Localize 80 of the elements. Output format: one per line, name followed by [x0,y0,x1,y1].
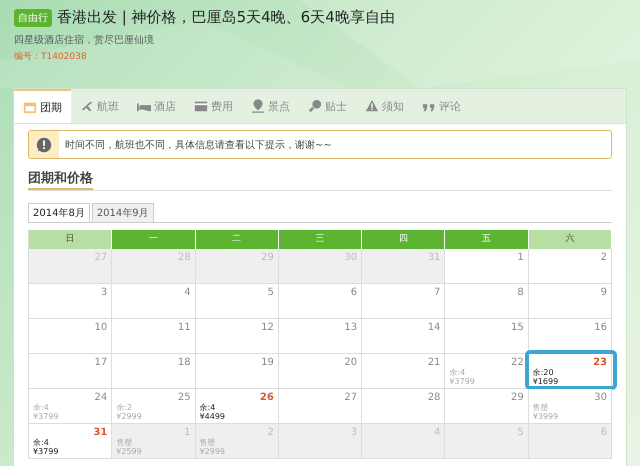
calendar-icon [23,100,37,114]
price: ¥2999 [200,447,226,456]
day-number: 14 [428,322,440,333]
calendar-day[interactable]: 26 余:4 ¥4499 [196,389,279,424]
day-number: 25 [178,392,191,403]
seats-left: 售罄 [116,438,132,447]
day-number: 23 [593,357,607,368]
tab[interactable]: 酒店 [128,89,185,123]
tab[interactable]: 贴士 [299,89,356,123]
day-number: 7 [434,287,440,298]
seats-left: 余:4 [33,438,49,447]
day-number: 9 [600,287,607,298]
day-number: 8 [517,287,524,298]
day-number: 21 [428,357,440,368]
price: ¥2599 [116,447,142,456]
price: ¥3999 [532,412,558,421]
price: ¥3799 [449,377,475,386]
month-tab[interactable]: 2014年8月 [28,203,90,222]
day-number: 10 [94,322,108,333]
day-number: 16 [594,322,607,333]
tag-badge: 自由行 [14,8,52,26]
day-number: 17 [94,357,108,368]
weekday-header: 二 [196,230,279,249]
day-number: 3 [100,287,108,298]
day-number: 29 [510,392,524,403]
tab[interactable]: 团期 [14,89,71,123]
seats-left: 余:20 [532,368,554,377]
day-number: 19 [261,357,274,368]
trip-code: 编号：T1402038 [14,50,88,63]
tab[interactable]: 景点 [242,89,299,123]
price: ¥3799 [33,412,58,421]
wallet-icon [194,99,208,113]
weekday-header: 日 [29,230,112,249]
day-number: 31 [93,427,108,438]
price: ¥3799 [33,447,58,456]
tab[interactable]: 费用 [185,89,242,123]
day-number: 12 [261,322,274,333]
seats-left: 余:4 [449,368,466,377]
tab[interactable]: 航班 [71,89,128,123]
weekday-header: 六 [528,230,612,249]
weekday-header: 四 [362,230,446,249]
trip-subtitle: 四星级酒店住宿，赏尽巴厘仙境 [14,34,155,47]
tab[interactable]: 评论 [413,89,470,123]
day-number: 15 [510,322,524,333]
seats-left: 余:2 [116,403,132,412]
seats-left: 售罄 [532,403,549,412]
day-number: 27 [344,392,358,403]
day-number: 4 [184,287,191,298]
weekday-header: 五 [445,230,529,249]
calendar-day[interactable]: 31 余:4 ¥3799 [29,424,112,459]
day-number: 28 [428,392,440,403]
day-number: 24 [94,392,108,403]
day-number: 30 [594,392,607,403]
price: ¥4499 [200,412,226,421]
trip-title: 香港出发 | 神价格，巴厘岛5天4晚、6天4晚享自由 [57,8,395,27]
seats-left: 余:4 [200,403,216,412]
seats-left: 余:4 [33,403,49,412]
day-number: 2 [600,252,607,263]
weekday-header: 一 [112,230,196,249]
day-number: 13 [344,322,358,333]
magnifier-icon [308,99,322,113]
day-number: 11 [178,322,191,333]
month-tab[interactable]: 2014年9月 [92,203,154,222]
day-number: 20 [344,357,358,368]
day-number: 5 [267,287,274,298]
day-number: 26 [260,392,274,403]
price: ¥1699 [532,377,558,386]
day-number: 22 [510,357,524,368]
location-pin-icon [251,99,265,113]
tab[interactable]: 须知 [356,89,413,123]
seats-left: 售罄 [200,438,216,447]
price: ¥2999 [116,412,142,421]
day-number: 18 [178,357,191,368]
alert-icon [35,136,53,154]
warning-icon [365,99,379,113]
weekday-header: 三 [278,230,362,249]
notice-text: 时间不同，航班也不同，具体信息请查看以下提示，谢谢~~ [65,138,332,152]
section-title: 团期和价格 [28,169,93,190]
day-number: 1 [517,252,524,263]
day-number: 6 [350,287,358,298]
